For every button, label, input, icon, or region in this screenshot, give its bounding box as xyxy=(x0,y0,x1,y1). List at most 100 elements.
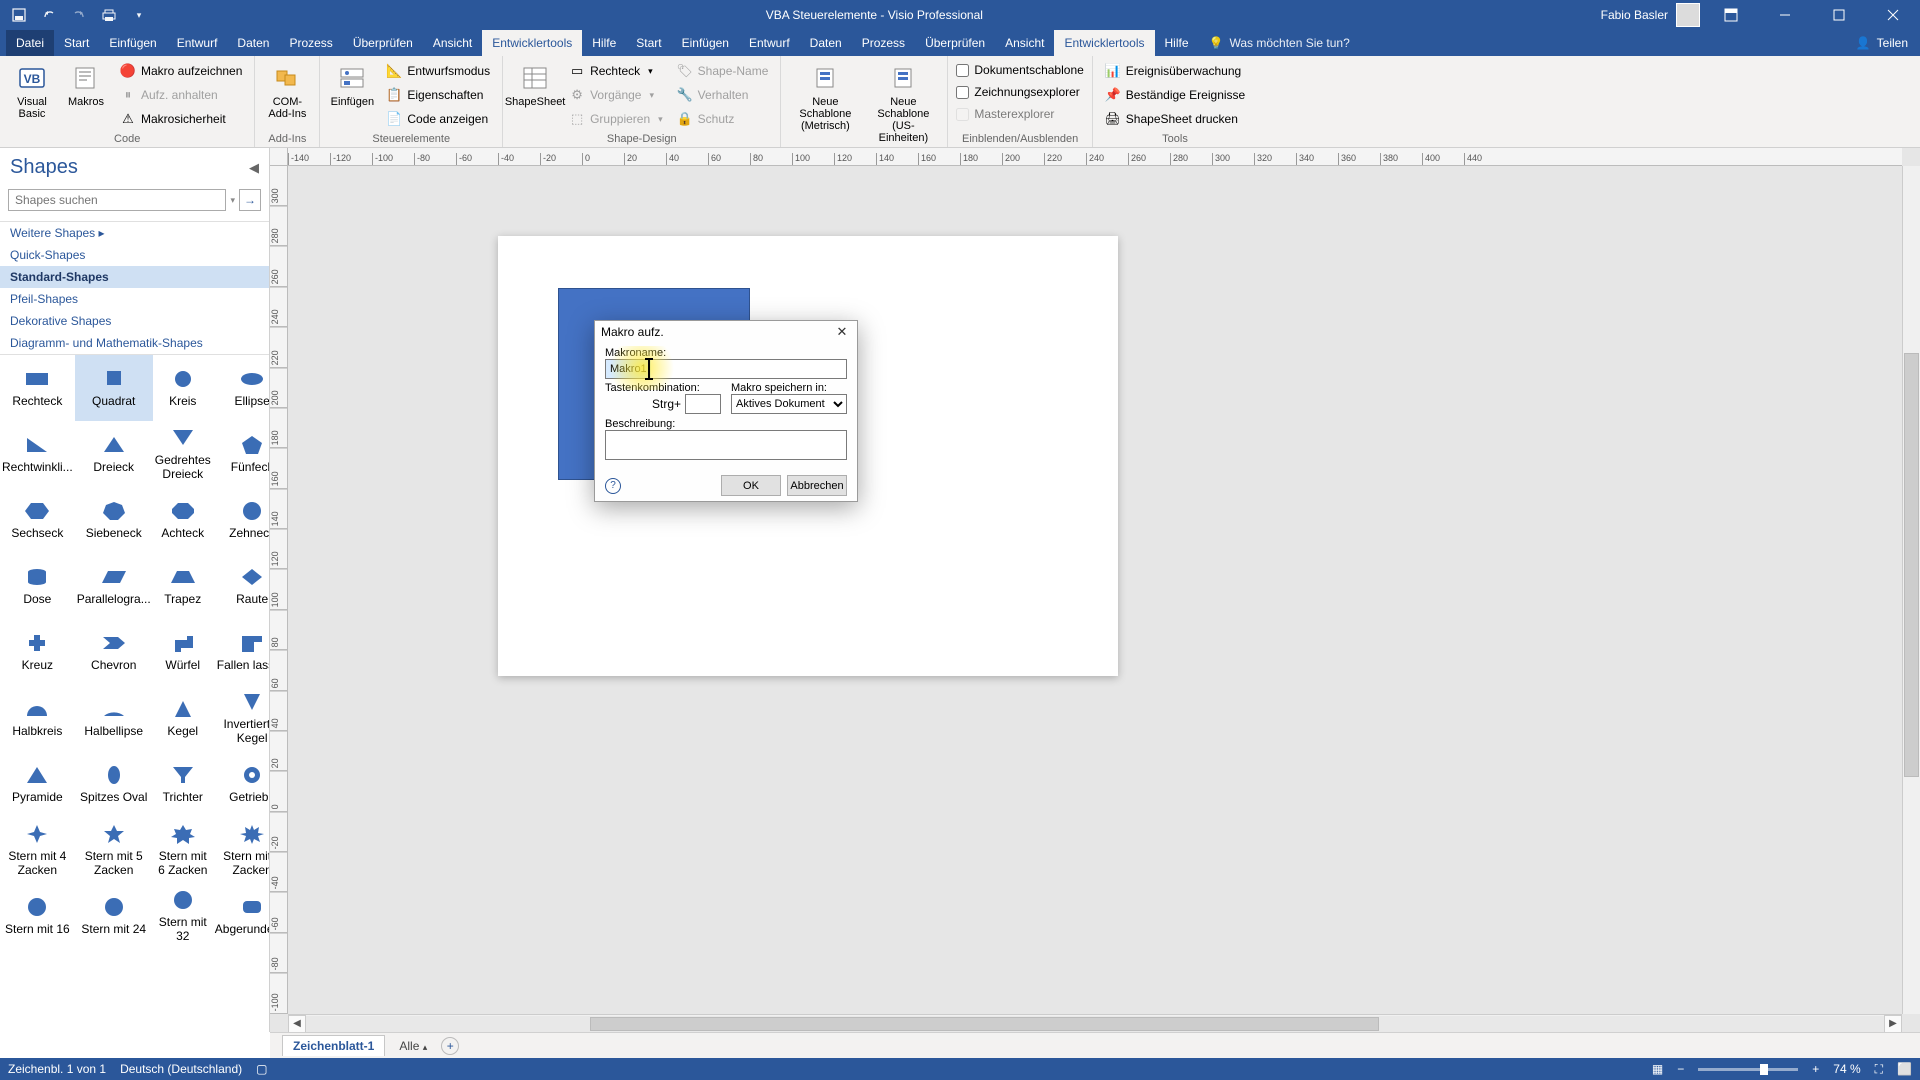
shape-item[interactable]: Stern mit 7 Zacken xyxy=(213,817,269,883)
shape-item[interactable]: Pyramide xyxy=(0,751,75,817)
minimize-button[interactable] xyxy=(1762,0,1808,30)
undo-icon[interactable] xyxy=(40,6,58,24)
zoom-knob[interactable] xyxy=(1760,1064,1768,1075)
shape-item[interactable]: Stern mit 16 xyxy=(0,883,75,949)
design-mode-button[interactable]: 📐Entwurfsmodus xyxy=(382,60,494,82)
new-stencil-metric-button[interactable]: Neue Schablone (Metrisch) xyxy=(789,60,861,134)
page-tab-active[interactable]: Zeichenblatt-1 xyxy=(282,1035,385,1056)
shortcut-key-input[interactable] xyxy=(685,394,721,414)
tab-überprüfen[interactable]: Überprüfen xyxy=(915,30,995,56)
scroll-right-icon[interactable]: ▶ xyxy=(1884,1015,1902,1033)
persistent-events-button[interactable]: 📌Beständige Ereignisse xyxy=(1101,84,1249,106)
shape-item[interactable]: Raute xyxy=(213,553,269,619)
tell-me[interactable]: 💡 Was möchten Sie tun? xyxy=(1199,30,1360,56)
add-page-button[interactable]: + xyxy=(441,1037,459,1055)
shape-item[interactable]: Ellipse xyxy=(213,355,269,421)
tab-daten[interactable]: Daten xyxy=(227,30,279,56)
ribbon-options-icon[interactable] xyxy=(1708,0,1754,30)
shape-item[interactable]: Zehneck xyxy=(213,487,269,553)
tab-prozess[interactable]: Prozess xyxy=(852,30,915,56)
tab-einfügen[interactable]: Einfügen xyxy=(99,30,166,56)
collapse-pane-icon[interactable]: ◀ xyxy=(249,160,259,176)
tab-start[interactable]: Start xyxy=(54,30,99,56)
shape-item[interactable]: Parallelogra... xyxy=(75,553,153,619)
tab-entwurf[interactable]: Entwurf xyxy=(739,30,800,56)
tab-einfügen[interactable]: Einfügen xyxy=(672,30,739,56)
shape-item[interactable]: Würfel xyxy=(153,619,213,685)
shape-item[interactable]: Halbkreis xyxy=(0,685,75,751)
dialog-help-icon[interactable]: ? xyxy=(605,478,621,494)
dialog-close-icon[interactable]: ✕ xyxy=(833,323,851,341)
shape-category[interactable]: Quick-Shapes xyxy=(0,244,269,266)
tab-überprüfen[interactable]: Überprüfen xyxy=(343,30,423,56)
scroll-thumb[interactable] xyxy=(590,1017,1379,1031)
all-pages-button[interactable]: Alle ▴ xyxy=(393,1039,433,1053)
fullscreen-icon[interactable]: ⬜ xyxy=(1897,1062,1912,1076)
zoom-slider[interactable] xyxy=(1698,1068,1798,1071)
horizontal-scrollbar[interactable]: ◀ ▶ xyxy=(288,1014,1902,1032)
properties-button[interactable]: 📋Eigenschaften xyxy=(382,84,494,106)
tab-file[interactable]: Datei xyxy=(6,30,54,56)
view-code-button[interactable]: 📄Code anzeigen xyxy=(382,108,494,130)
language-indicator[interactable]: Deutsch (Deutschland) xyxy=(120,1062,242,1076)
shape-category[interactable]: Standard-Shapes xyxy=(0,266,269,288)
insert-control-button[interactable]: Einfügen xyxy=(328,60,376,110)
shape-item[interactable]: Kreuz xyxy=(0,619,75,685)
macro-record-icon[interactable]: ▢ xyxy=(256,1062,267,1076)
tab-ansicht[interactable]: Ansicht xyxy=(995,30,1054,56)
description-input[interactable] xyxy=(605,430,847,460)
tab-hilfe[interactable]: Hilfe xyxy=(1155,30,1199,56)
shape-category[interactable]: Diagramm- und Mathematik-Shapes xyxy=(0,332,269,354)
shape-item[interactable]: Achteck xyxy=(153,487,213,553)
visual-basic-button[interactable]: VB Visual Basic xyxy=(8,60,56,122)
shape-category[interactable]: Pfeil-Shapes xyxy=(0,288,269,310)
doc-stencil-checkbox[interactable]: Dokumentschablone xyxy=(956,60,1083,80)
shape-item[interactable]: Dose xyxy=(0,553,75,619)
shape-item[interactable]: Chevron xyxy=(75,619,153,685)
record-macro-button[interactable]: 🔴Makro aufzeichnen xyxy=(116,60,246,82)
zoom-in-icon[interactable]: + xyxy=(1812,1062,1819,1076)
drawing-explorer-checkbox[interactable]: Zeichnungsexplorer xyxy=(956,82,1083,102)
shape-item[interactable]: Dreieck xyxy=(75,421,153,487)
event-monitor-button[interactable]: 📊Ereignisüberwachung xyxy=(1101,60,1249,82)
shape-item[interactable]: Spitzes Oval xyxy=(75,751,153,817)
tab-entwurf[interactable]: Entwurf xyxy=(167,30,228,56)
master-explorer-checkbox[interactable]: Masterexplorer xyxy=(956,104,1083,124)
shape-item[interactable]: Abgerundetes xyxy=(213,883,269,949)
zoom-level[interactable]: 74 % xyxy=(1833,1062,1860,1076)
shape-item[interactable]: Gedrehtes Dreieck xyxy=(153,421,213,487)
rectangle-tool-button[interactable]: ▭Rechteck▾ xyxy=(565,60,667,82)
shape-item[interactable]: Invertierter Kegel xyxy=(213,685,269,751)
share-button[interactable]: 👤 Teilen xyxy=(1844,30,1920,56)
print-shapesheet-button[interactable]: 🖨ShapeSheet drucken xyxy=(1101,108,1249,130)
shape-item[interactable]: Getriebe xyxy=(213,751,269,817)
shapes-search-input[interactable] xyxy=(8,189,226,211)
shape-item[interactable]: Stern mit 4 Zacken xyxy=(0,817,75,883)
shape-item[interactable]: Kreis xyxy=(153,355,213,421)
redo-icon[interactable] xyxy=(70,6,88,24)
shape-item[interactable]: Fünfeck xyxy=(213,421,269,487)
maximize-button[interactable] xyxy=(1816,0,1862,30)
tab-start[interactable]: Start xyxy=(626,30,671,56)
save-icon[interactable] xyxy=(10,6,28,24)
zoom-out-icon[interactable]: − xyxy=(1677,1062,1684,1076)
user-avatar[interactable] xyxy=(1676,3,1700,27)
cancel-button[interactable]: Abbrechen xyxy=(787,475,847,496)
shape-item[interactable]: Quadrat xyxy=(75,355,153,421)
ok-button[interactable]: OK xyxy=(721,475,781,496)
shape-item[interactable]: Siebeneck xyxy=(75,487,153,553)
close-button[interactable] xyxy=(1870,0,1916,30)
shape-item[interactable]: Stern mit 6 Zacken xyxy=(153,817,213,883)
shapesheet-button[interactable]: ShapeSheet xyxy=(511,60,559,110)
macro-security-button[interactable]: ⚠Makrosicherheit xyxy=(116,108,246,130)
com-addins-button[interactable]: COM- Add-Ins xyxy=(263,60,311,122)
tab-ansicht[interactable]: Ansicht xyxy=(423,30,482,56)
makros-button[interactable]: Makros xyxy=(62,60,110,110)
scroll-thumb[interactable] xyxy=(1904,353,1919,777)
shape-category[interactable]: Weitere Shapes ▸ xyxy=(0,222,269,244)
tab-entwicklertools[interactable]: Entwicklertools xyxy=(1054,30,1154,56)
search-go-button[interactable]: → xyxy=(239,189,261,211)
tab-daten[interactable]: Daten xyxy=(800,30,852,56)
shape-item[interactable]: Stern mit 5 Zacken xyxy=(75,817,153,883)
qat-dropdown-icon[interactable]: ▾ xyxy=(130,6,148,24)
